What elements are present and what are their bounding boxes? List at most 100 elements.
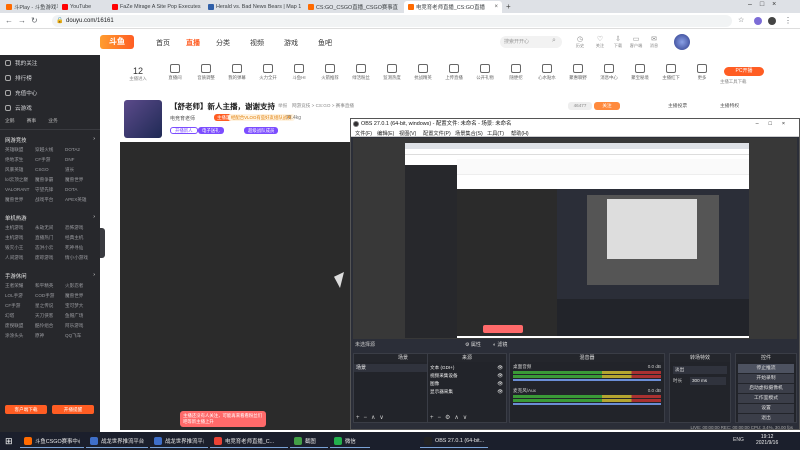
client-download-button[interactable]: 客户端下载 bbox=[5, 405, 47, 414]
sidebar-subcategory[interactable]: 星之传说 bbox=[35, 303, 65, 309]
report-link[interactable]: 举报 bbox=[278, 103, 287, 109]
sidebar-subcategory[interactable]: 涂涂头头 bbox=[5, 333, 35, 339]
taskbar-app[interactable]: 战龙世界推流平台 bbox=[86, 434, 148, 448]
team-tag[interactable]: 超级战队成员 bbox=[244, 127, 279, 134]
obs-menu-profile[interactable]: 配置文件(P) bbox=[423, 130, 451, 137]
sidebar-subcategory[interactable]: 主机游戏 bbox=[5, 235, 35, 241]
url-bar[interactable]: 🔒 douyu.com/16161 bbox=[52, 15, 732, 27]
sidebar-link[interactable]: 企鹅 bbox=[5, 117, 15, 124]
nav-live[interactable]: 直播 bbox=[186, 38, 200, 48]
download-button[interactable]: ⇩ 下载 bbox=[612, 35, 624, 49]
sidebar-subcategory[interactable]: QQ飞车 bbox=[65, 333, 95, 339]
sidebar-subcategory[interactable]: 穿越火线 bbox=[35, 147, 65, 153]
input-language[interactable]: ENG bbox=[733, 437, 744, 443]
sidebar-subcategory[interactable]: 英雄联盟 bbox=[5, 147, 35, 153]
nav-category[interactable]: 分类 bbox=[216, 38, 230, 48]
filters-button[interactable]: ◐ 滤镜 bbox=[493, 341, 507, 350]
system-clock[interactable]: 19:12 2021/9/16 bbox=[756, 434, 778, 446]
douyu-logo[interactable]: 斗鱼 bbox=[100, 35, 134, 49]
sidebar-subcategory[interactable]: 和平精英 bbox=[35, 283, 65, 289]
sidebar-link[interactable]: 赛事 bbox=[27, 117, 37, 124]
sidebar-subcategory[interactable]: 宝可梦大 bbox=[65, 303, 95, 309]
sidebar-subcategory[interactable]: 主机游戏 bbox=[5, 225, 35, 231]
taskbar-app[interactable]: OBS 27.0.1 (64-bit... bbox=[420, 434, 488, 448]
sidebar-subcategory[interactable]: 风暴英雄 bbox=[5, 167, 35, 173]
sidebar-subcategory[interactable]: CF手游 bbox=[5, 303, 35, 309]
volume-slider[interactable] bbox=[513, 403, 661, 405]
extension-icon[interactable] bbox=[768, 17, 776, 25]
pc-live-button[interactable]: PC开播 bbox=[724, 67, 764, 76]
sidebar-link[interactable]: 业务 bbox=[48, 117, 58, 124]
sidebar-subcategory[interactable]: 直播热门 bbox=[35, 235, 65, 241]
sidebar-subcategory[interactable]: 魔兽争霸 bbox=[35, 177, 65, 183]
sidebar-subcategory[interactable]: 废珎游戏 bbox=[35, 255, 65, 261]
sidebar-subcategory[interactable]: DNF bbox=[65, 157, 95, 163]
obs-menu-edit[interactable]: 编辑(E) bbox=[377, 130, 394, 137]
nav-fishbar[interactable]: 鱼吧 bbox=[318, 38, 332, 48]
star-icon[interactable]: ☆ bbox=[738, 16, 744, 24]
obs-control-button[interactable]: 工作室模式 bbox=[738, 394, 794, 403]
visibility-eye-icon[interactable]: 👁 bbox=[497, 372, 503, 380]
sidebar-subcategory[interactable]: 王者荣耀 bbox=[5, 283, 35, 289]
volume-slider[interactable] bbox=[513, 379, 661, 381]
taskbar-app[interactable]: 电竞育老师直播_C... bbox=[210, 434, 288, 448]
sidebar-subcategory[interactable]: CSGO bbox=[35, 167, 65, 173]
profile-avatar[interactable] bbox=[754, 17, 762, 25]
streamer-avatar[interactable] bbox=[124, 100, 162, 138]
sidebar-subcategory[interactable]: 酷伶组合 bbox=[35, 323, 65, 329]
visibility-eye-icon[interactable]: 👁 bbox=[497, 364, 503, 372]
visibility-eye-icon[interactable]: 👁 bbox=[497, 388, 503, 396]
tool-item[interactable]: 聚惠聊野 bbox=[565, 62, 591, 81]
sidebar-subcategory[interactable]: 阿乐游戏 bbox=[65, 323, 95, 329]
nav-games[interactable]: 游戏 bbox=[284, 38, 298, 48]
taskbar-app[interactable]: 截图 bbox=[290, 434, 328, 448]
message-button[interactable]: ✉ 消息 bbox=[648, 35, 660, 49]
live-reminder-button[interactable]: 开播提醒 bbox=[52, 405, 94, 414]
sidebar-subcategory[interactable]: LOL手游 bbox=[5, 293, 35, 299]
taskbar-app[interactable]: 斗鱼CSGO赛事中心 bbox=[20, 434, 84, 448]
vote-link[interactable]: 主播投票 bbox=[668, 102, 687, 109]
sidebar-subcategory[interactable]: 恐怖游戏 bbox=[65, 225, 95, 231]
sidebar-subcategory[interactable]: 人间游戏 bbox=[5, 255, 35, 261]
windows-start-icon[interactable]: ⊞ bbox=[5, 436, 13, 447]
tool-item[interactable]: 公开礼物 bbox=[472, 62, 498, 81]
browser-tab-active[interactable]: 电竞育老师直播_CS:GO直播 × bbox=[404, 1, 502, 13]
tool-item[interactable]: 绿活粉丝 bbox=[348, 62, 374, 81]
tool-item[interactable]: 主播红下 bbox=[658, 62, 684, 81]
gift-tag[interactable]: 电子送礼 bbox=[198, 127, 224, 134]
tool-item[interactable]: 火箭推荐 bbox=[317, 62, 343, 81]
taskbar-app[interactable]: 战龙世界推流平台 bbox=[150, 434, 208, 448]
sidebar-item-cloudgame[interactable]: 云游戏 bbox=[0, 100, 100, 115]
obs-menu-file[interactable]: 文件(F) bbox=[355, 130, 372, 137]
obs-menu-tools[interactable]: 工具(T) bbox=[487, 130, 504, 137]
obs-window-controls[interactable]: –□× bbox=[756, 119, 795, 129]
follow-button[interactable]: ♡ 关注 bbox=[594, 35, 606, 49]
obs-menu-help[interactable]: 帮助(H) bbox=[511, 130, 529, 137]
streamer-name[interactable]: 电竞育老师 bbox=[170, 115, 195, 122]
obs-control-button[interactable]: 设置 bbox=[738, 404, 794, 413]
sidebar-group-title[interactable]: 网游竞技 › bbox=[0, 133, 100, 144]
sidebar-subcategory[interactable]: 幻塔 bbox=[5, 313, 35, 319]
tool-item[interactable]: 随便挖 bbox=[503, 62, 529, 81]
notice-toast[interactable]: 主播还没有人关注，可能再来看看粉丝们吧等新主播上升 bbox=[180, 411, 266, 427]
tool-item[interactable]: 斗鱼HI bbox=[286, 62, 312, 81]
client-button[interactable]: ▭ 客户端 bbox=[628, 35, 644, 49]
user-avatar[interactable] bbox=[674, 34, 690, 50]
tool-item[interactable]: 消息中心 bbox=[596, 62, 622, 81]
new-tab-icon[interactable]: + bbox=[506, 2, 511, 11]
visibility-eye-icon[interactable]: 👁 bbox=[497, 380, 503, 388]
source-item[interactable]: 视频采集设备 👁 bbox=[428, 372, 506, 380]
obs-control-button[interactable]: 启动虚拟摄像机 bbox=[738, 384, 794, 393]
sidebar-subcategory[interactable]: CF手游 bbox=[35, 157, 65, 163]
sidebar-subcategory[interactable]: 火影忍者 bbox=[65, 283, 95, 289]
tool-item[interactable]: 心水贴水 bbox=[534, 62, 560, 81]
sidebar-group-title[interactable]: 单机热游 › bbox=[0, 211, 100, 222]
properties-button[interactable]: ⚙ 属性 bbox=[465, 341, 481, 350]
sidebar-item-following[interactable]: 我的关注 bbox=[0, 55, 100, 70]
back-icon[interactable]: ← bbox=[5, 16, 13, 25]
source-item[interactable]: 文本 (GDI+) 👁 bbox=[428, 364, 506, 372]
nav-video[interactable]: 视频 bbox=[250, 38, 264, 48]
sidebar-subcategory[interactable]: 道长 bbox=[65, 167, 95, 173]
sidebar-subcategory[interactable]: 毁灭小王 bbox=[5, 245, 35, 251]
sidebar-subcategory[interactable]: 原神 bbox=[35, 333, 65, 339]
